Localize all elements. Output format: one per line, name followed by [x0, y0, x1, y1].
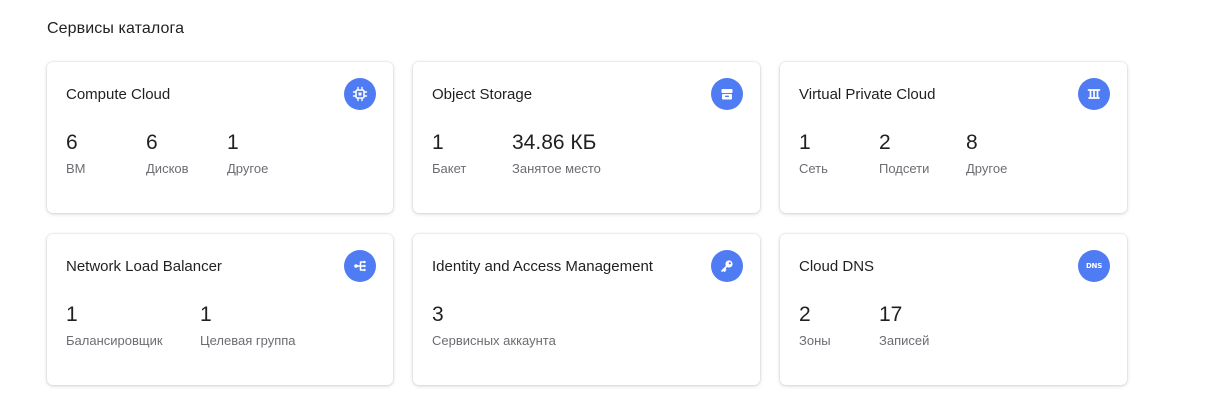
stat-value: 1	[799, 131, 811, 154]
service-card-compute-cloud[interactable]: Compute Cloud 6 ВМ 6 Дисков 1 Другое	[47, 62, 393, 213]
stat-vm: 6 ВМ	[66, 131, 146, 177]
stat-value: 2	[799, 303, 811, 326]
services-grid: Compute Cloud 6 ВМ 6 Дисков 1 Другое Obj…	[47, 62, 1127, 385]
network-icon	[1078, 78, 1110, 110]
stat-label: Сеть	[799, 161, 828, 176]
stat-bucket: 1 Бакет	[432, 131, 512, 177]
stat-target-group: 1 Целевая группа	[200, 303, 296, 349]
stat-value: 1	[432, 131, 444, 154]
stat-value: 3	[432, 303, 444, 326]
stat-used-space: 34.86 КБ Занятое место	[512, 131, 601, 177]
card-stats: 1 Сеть 2 Подсети 8 Другое	[799, 131, 1107, 177]
key-icon	[711, 250, 743, 282]
stat-label: Другое	[227, 161, 269, 176]
card-title: Identity and Access Management	[432, 258, 653, 275]
stat-other: 8 Другое	[966, 131, 1007, 177]
stat-label: Занятое место	[512, 161, 601, 176]
stat-label: Бакет	[432, 161, 467, 176]
card-stats: 2 Зоны 17 Записей	[799, 303, 1107, 349]
stat-network: 1 Сеть	[799, 131, 879, 177]
stat-value: 34.86 КБ	[512, 131, 597, 154]
service-card-cloud-dns[interactable]: Cloud DNS DNS 2 Зоны 17 Записей	[780, 234, 1127, 385]
stat-label: Балансировщик	[66, 333, 163, 348]
stat-label: Дисков	[146, 161, 189, 176]
stat-value: 17	[879, 303, 903, 326]
card-title: Compute Cloud	[66, 86, 171, 103]
stat-label: Записей	[879, 333, 930, 348]
dns-icon: DNS	[1078, 250, 1110, 282]
card-title: Virtual Private Cloud	[799, 86, 936, 103]
stat-label: Зоны	[799, 333, 831, 348]
stat-other: 1 Другое	[227, 131, 268, 177]
stat-records: 17 Записей	[879, 303, 929, 349]
card-stats: 1 Бакет 34.86 КБ Занятое место	[432, 131, 740, 177]
stat-value: 2	[879, 131, 891, 154]
card-title: Cloud DNS	[799, 258, 875, 275]
card-stats: 1 Балансировщик 1 Целевая группа	[66, 303, 373, 349]
stat-label: Подсети	[879, 161, 930, 176]
service-card-virtual-private-cloud[interactable]: Virtual Private Cloud 1 Сеть 2 Подсети 8…	[780, 62, 1127, 213]
stat-value: 1	[227, 131, 239, 154]
stat-label: Сервисных аккаунта	[432, 333, 556, 348]
card-stats: 6 ВМ 6 Дисков 1 Другое	[66, 131, 373, 177]
service-card-iam[interactable]: Identity and Access Management 3 Сервисн…	[413, 234, 760, 385]
storage-bucket-icon	[711, 78, 743, 110]
service-card-object-storage[interactable]: Object Storage 1 Бакет 34.86 КБ Занятое …	[413, 62, 760, 213]
stat-zones: 2 Зоны	[799, 303, 879, 349]
stat-disks: 6 Дисков	[146, 131, 227, 177]
stat-value: 6	[146, 131, 158, 154]
catalog-services-page: Сервисы каталога Compute Cloud 6 ВМ 6 Ди	[0, 0, 1222, 410]
load-balancer-icon	[344, 250, 376, 282]
stat-balancer: 1 Балансировщик	[66, 303, 200, 349]
stat-label: Целевая группа	[200, 333, 296, 348]
chip-icon	[344, 78, 376, 110]
service-card-network-load-balancer[interactable]: Network Load Balancer 1 Балансировщик 1	[47, 234, 393, 385]
card-title: Object Storage	[432, 86, 533, 103]
stat-service-accounts: 3 Сервисных аккаунта	[432, 303, 556, 349]
card-title: Network Load Balancer	[66, 258, 222, 275]
stat-label: ВМ	[66, 161, 86, 176]
stat-value: 6	[66, 131, 78, 154]
stat-value: 1	[66, 303, 78, 326]
card-stats: 3 Сервисных аккаунта	[432, 303, 740, 349]
section-title: Сервисы каталога	[47, 20, 185, 37]
stat-subnets: 2 Подсети	[879, 131, 966, 177]
stat-label: Другое	[966, 161, 1008, 176]
stat-value: 8	[966, 131, 978, 154]
stat-value: 1	[200, 303, 212, 326]
dns-icon-label: DNS	[1085, 262, 1103, 270]
